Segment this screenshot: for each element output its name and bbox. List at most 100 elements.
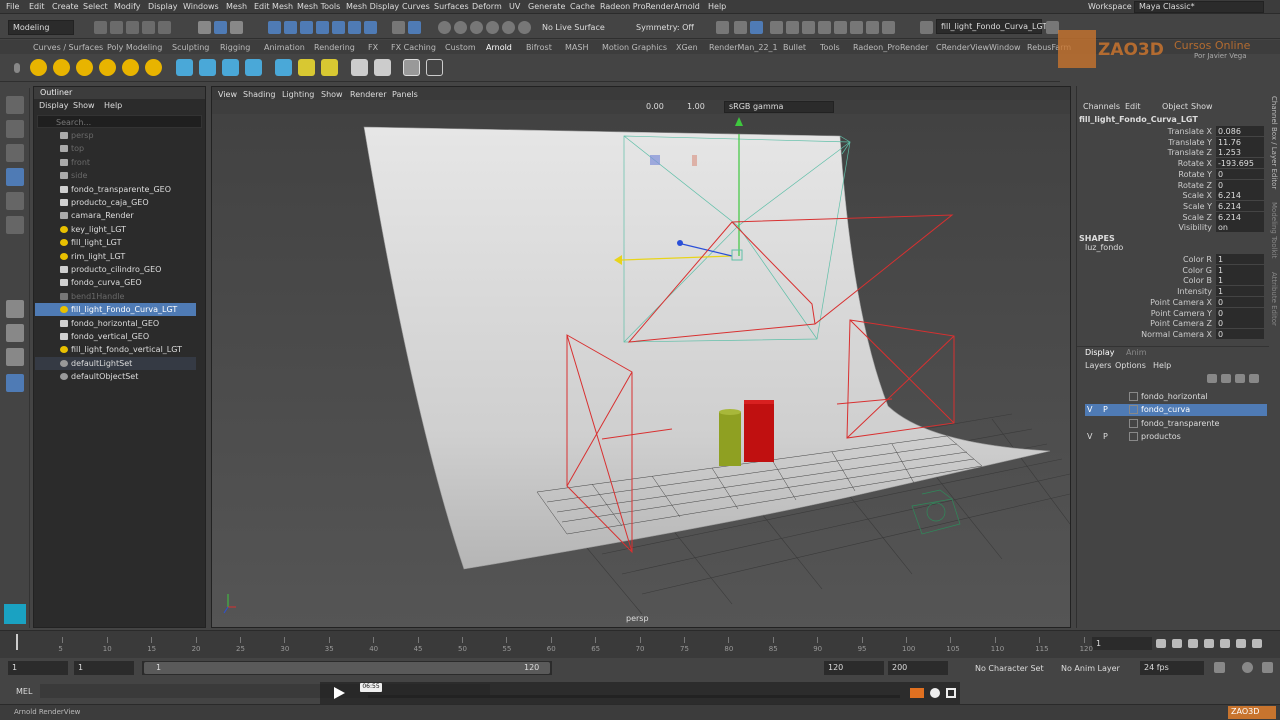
snap-grid-icon[interactable]: [438, 21, 451, 34]
render-frame-icon[interactable]: [734, 21, 747, 34]
step-back-key-icon[interactable]: [1172, 639, 1182, 648]
outliner-item[interactable]: producto_caja_GEO: [35, 196, 196, 209]
video-progress-track[interactable]: [368, 695, 900, 698]
outliner-item[interactable]: producto_cilindro_GEO: [35, 263, 196, 276]
layer-visibility-toggle[interactable]: V: [1087, 432, 1092, 441]
outliner-item[interactable]: bend1Handle: [35, 290, 196, 303]
layer-color-swatch[interactable]: [1129, 392, 1138, 401]
outliner-item[interactable]: fondo_curva_GEO: [35, 276, 196, 289]
mask-edge-icon[interactable]: [284, 21, 297, 34]
workspace-dropdown[interactable]: Maya Classic*: [1134, 1, 1264, 13]
outliner-search-input[interactable]: Search...: [37, 115, 202, 128]
select-object-icon[interactable]: [214, 21, 227, 34]
mask-vertex-icon[interactable]: [268, 21, 281, 34]
shelf-tab-curves-surfaces[interactable]: Curves / Surfaces: [33, 43, 103, 52]
color-space-dropdown[interactable]: sRGB gamma: [724, 101, 834, 113]
shelf-tab-tools[interactable]: Tools: [820, 43, 840, 52]
channel-value[interactable]: 1: [1216, 254, 1264, 264]
loop-icon[interactable]: [1214, 662, 1225, 673]
channel-row[interactable]: Normal Camera X 0: [1077, 328, 1269, 340]
anim-layer-dropdown[interactable]: No Anim Layer: [1061, 664, 1120, 673]
channel-value[interactable]: 6.214: [1216, 190, 1264, 201]
layer-menu-layers[interactable]: Layers: [1085, 361, 1111, 370]
outliner-item[interactable]: top: [35, 142, 196, 155]
render-view-eye-icon[interactable]: [403, 59, 420, 76]
shelf-tab-poly-modeling[interactable]: Poly Modeling: [107, 43, 162, 52]
channel-value[interactable]: 11.76: [1216, 136, 1264, 147]
menu-cache[interactable]: Cache: [570, 2, 595, 11]
outliner-item[interactable]: side: [35, 169, 196, 182]
channel-row[interactable]: Visibility on: [1077, 222, 1269, 233]
animation-prefs-icon[interactable]: [1262, 662, 1273, 673]
shelf-tab-custom[interactable]: Custom: [445, 43, 476, 52]
symmetry-dropdown[interactable]: Symmetry: Off: [636, 23, 694, 32]
live-surface-label[interactable]: No Live Surface: [542, 23, 605, 32]
menu-arnold[interactable]: Arnold: [674, 2, 700, 11]
channel-row[interactable]: Scale Z 6.214: [1077, 211, 1269, 223]
shelf-tab-renderman-22-1[interactable]: RenderMan_22_1: [709, 43, 778, 52]
construction-history-icon[interactable]: [716, 21, 729, 34]
channel-value[interactable]: 0: [1216, 318, 1264, 329]
flush-caches-icon[interactable]: [275, 59, 292, 76]
menu-modify[interactable]: Modify: [114, 2, 141, 11]
mask-face-icon[interactable]: [300, 21, 313, 34]
shelf-tab-motion-graphics[interactable]: Motion Graphics: [602, 43, 667, 52]
display-layer[interactable]: V Pfondo_curva: [1085, 404, 1267, 417]
render-settings-icon[interactable]: [770, 21, 783, 34]
step-back-frame-icon[interactable]: [1188, 639, 1198, 648]
tx-manager-2-icon[interactable]: [321, 59, 338, 76]
shelf-tab-fx-caching[interactable]: FX Caching: [391, 43, 436, 52]
menu-select[interactable]: Select: [83, 2, 108, 11]
shelf-tab-fx[interactable]: FX: [368, 43, 378, 52]
fps-dropdown[interactable]: 24 fps: [1140, 661, 1204, 675]
mask-curve-icon[interactable]: [316, 21, 329, 34]
step-forward-frame-icon[interactable]: [1236, 639, 1246, 648]
character-set-dropdown[interactable]: No Character Set: [975, 664, 1044, 673]
physical-sky-icon[interactable]: [145, 59, 162, 76]
channel-value[interactable]: 1: [1216, 286, 1264, 297]
skydome-light-icon[interactable]: [53, 59, 70, 76]
channel-row[interactable]: Rotate Y 0: [1077, 168, 1269, 180]
move-layer-down-icon[interactable]: [1221, 374, 1231, 383]
new-scene-icon[interactable]: [94, 21, 107, 34]
snap-live-icon[interactable]: [518, 21, 531, 34]
layer-menu-help[interactable]: Help: [1153, 361, 1171, 370]
select-component-icon[interactable]: [230, 21, 243, 34]
channel-value[interactable]: 6.214: [1216, 200, 1264, 211]
viewport-menu-lighting[interactable]: Lighting: [282, 90, 314, 99]
layer-color-swatch[interactable]: [1129, 405, 1138, 415]
channel-row[interactable]: Rotate Z 0: [1077, 179, 1269, 191]
render-play-icon[interactable]: [426, 59, 443, 76]
pause-viewport-icon[interactable]: [882, 21, 895, 34]
menu-curves[interactable]: Curves: [402, 2, 430, 11]
channel-value[interactable]: 0: [1216, 168, 1264, 179]
select-tool-icon[interactable]: [6, 96, 24, 114]
scale-tool-icon[interactable]: [6, 216, 24, 234]
single-perspective-layout-icon[interactable]: [6, 300, 24, 318]
undo-icon[interactable]: [142, 21, 155, 34]
shelf-tab-animation[interactable]: Animation: [264, 43, 305, 52]
display-layer[interactable]: fondo_transparente: [1085, 418, 1267, 430]
go-to-end-icon[interactable]: [1252, 639, 1262, 648]
shelf-options-icon[interactable]: [14, 63, 20, 73]
menu-surfaces[interactable]: Surfaces: [434, 2, 469, 11]
shelf-tab-mash[interactable]: MASH: [565, 43, 588, 52]
export-standin-icon[interactable]: [199, 59, 216, 76]
channel-value[interactable]: on: [1216, 222, 1264, 233]
shelf-tab-bullet[interactable]: Bullet: [783, 43, 806, 52]
mask-render-icon[interactable]: [364, 21, 377, 34]
shelf-tab-arnold[interactable]: Arnold: [486, 43, 512, 52]
volume-icon[interactable]: [222, 59, 239, 76]
paint-select-tool-icon[interactable]: [6, 144, 24, 162]
curve-collector-icon[interactable]: [245, 59, 262, 76]
light-editor-icon[interactable]: [834, 21, 847, 34]
gamma-field[interactable]: 1.00: [687, 102, 705, 111]
channel-row[interactable]: Color R 1: [1077, 254, 1269, 265]
save-scene-icon[interactable]: [126, 21, 139, 34]
display-layer[interactable]: fondo_horizontal: [1085, 391, 1267, 403]
layer-tab-display[interactable]: Display: [1085, 348, 1115, 357]
outliner-item[interactable]: key_light_LGT: [35, 223, 196, 236]
outliner-item[interactable]: defaultObjectSet: [35, 370, 196, 383]
shelf-tab-radeon-prorender[interactable]: Radeon_ProRender: [853, 43, 928, 52]
snap-view-icon[interactable]: [486, 21, 499, 34]
